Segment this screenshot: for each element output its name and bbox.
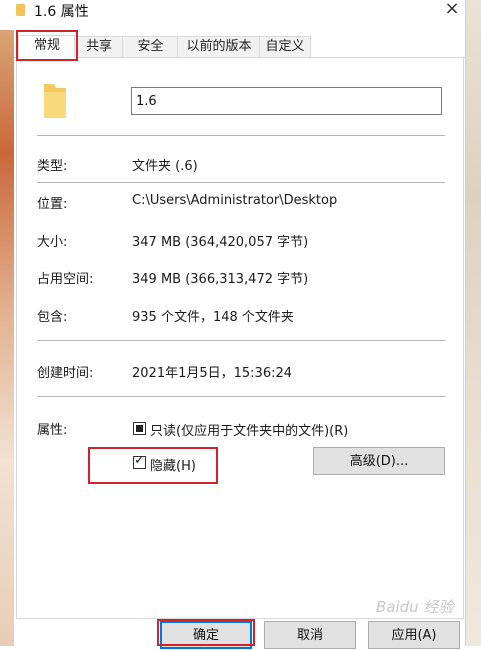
separator — [37, 396, 445, 397]
created-value: 2021年1月5日，15:36:24 — [132, 366, 293, 381]
readonly-checkbox[interactable] — [133, 422, 146, 435]
tab-previous-versions[interactable]: 以前的版本 — [177, 36, 261, 57]
attributes-label: 属性: — [37, 423, 68, 438]
apply-button[interactable]: 应用(A) — [368, 621, 460, 649]
type-value: 文件夹 (.6) — [132, 159, 198, 174]
indeterminate-fill — [136, 425, 143, 432]
advanced-button[interactable]: 高级(D)... — [313, 447, 445, 475]
tab-sharing[interactable]: 共享 — [74, 36, 124, 57]
general-tab-panel: 类型: 文件夹 (.6) 位置: C:\Users\Administrator\… — [16, 58, 464, 619]
window-title: 1.6 属性 — [34, 4, 89, 20]
separator — [37, 340, 445, 341]
disk-size-value: 349 MB (366,313,472 字节) — [132, 272, 309, 287]
tab-customize[interactable]: 自定义 — [259, 36, 311, 57]
close-button[interactable]: × — [440, 0, 464, 20]
type-label: 类型: — [37, 159, 68, 174]
cancel-button[interactable]: 取消 — [264, 621, 356, 649]
highlight-box-ok — [157, 619, 255, 646]
location-label: 位置: — [37, 197, 68, 212]
separator — [37, 182, 445, 183]
size-value: 347 MB (364,420,057 字节) — [132, 235, 309, 250]
folder-name-input[interactable] — [131, 87, 442, 115]
disk-size-label: 占用空间: — [37, 272, 94, 287]
desktop-background-right — [465, 0, 481, 646]
folder-large-icon — [44, 84, 66, 118]
tab-security[interactable]: 安全 — [122, 36, 179, 57]
highlight-box-tab — [16, 30, 78, 61]
created-label: 创建时间: — [37, 366, 94, 381]
location-value: C:\Users\Administrator\Desktop — [132, 193, 338, 208]
watermark: Baidu 经验 — [376, 598, 454, 616]
highlight-box-hidden — [88, 447, 218, 484]
folder-icon — [16, 4, 25, 16]
contains-label: 包含: — [37, 310, 68, 325]
size-label: 大小: — [37, 235, 68, 250]
properties-dialog: 1.6 属性 × 常规 共享 安全 以前的版本 自定义 类型: 文件夹 (.6)… — [14, 0, 466, 649]
contains-value: 935 个文件，148 个文件夹 — [132, 310, 294, 325]
title-bar: 1.6 属性 × — [14, 0, 465, 22]
tab-strip: 常规 共享 安全 以前的版本 自定义 — [14, 35, 465, 58]
readonly-label: 只读(仅应用于文件夹中的文件)(R) — [150, 424, 349, 439]
desktop-background-left — [0, 30, 14, 646]
separator — [37, 135, 445, 136]
